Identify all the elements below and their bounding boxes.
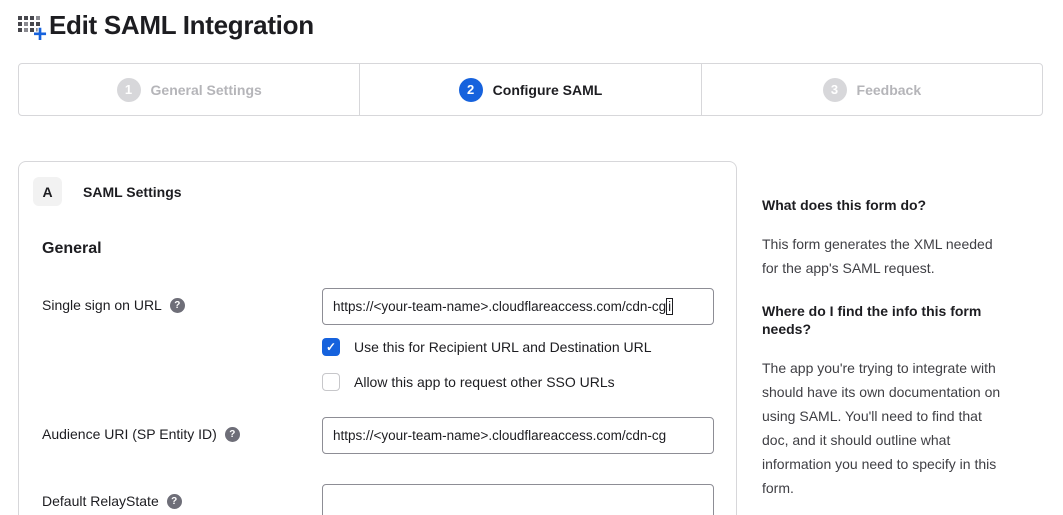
step-1-label: General Settings (151, 82, 262, 98)
help-answer-2: The app you're trying to integrate with … (762, 356, 1012, 500)
audience-uri-help-icon[interactable]: ? (225, 427, 240, 442)
sso-url-help-icon[interactable]: ? (170, 298, 185, 313)
sso-url-input[interactable]: https://<your-team-name>.cloudflareacces… (322, 288, 714, 325)
saml-form: Single sign on URL ? https://<your-team-… (42, 288, 736, 515)
step-1-circle: 1 (117, 78, 141, 102)
plus-icon: + (33, 25, 47, 45)
add-application-icon: + (18, 13, 45, 39)
recipient-url-checkbox[interactable]: ✓ (322, 338, 340, 356)
section-title: SAML Settings (83, 184, 182, 200)
step-feedback[interactable]: 3 Feedback (701, 64, 1042, 115)
help-question-2: Where do I find the info this form needs… (762, 302, 1012, 338)
audience-uri-label: Audience URI (SP Entity ID) (42, 426, 217, 442)
step-configure-saml[interactable]: 2 Configure SAML (359, 64, 700, 115)
wizard-steps: 1 General Settings 2 Configure SAML 3 Fe… (18, 63, 1043, 116)
sso-url-value: https://<your-team-name>.cloudflareacces… (333, 299, 666, 314)
help-answer-1: This form generates the XML needed for t… (762, 232, 1012, 280)
page-header: + Edit SAML Integration (18, 8, 1043, 42)
section-badge-a: A (33, 177, 62, 206)
sso-url-row: Single sign on URL ? https://<your-team-… (42, 288, 736, 391)
saml-settings-card: A SAML Settings General Single sign on U… (18, 161, 737, 515)
step-2-label: Configure SAML (493, 82, 603, 98)
sso-url-label: Single sign on URL (42, 297, 162, 313)
help-question-1: What does this form do? (762, 196, 1012, 214)
step-3-circle: 3 (823, 78, 847, 102)
saml-settings-header: A SAML Settings (19, 177, 736, 206)
other-sso-checkbox-row: Allow this app to request other SSO URLs (322, 373, 736, 391)
help-sidebar: What does this form do? This form genera… (762, 161, 1012, 515)
relay-state-row: Default RelayState ? If no value is set,… (42, 484, 736, 515)
text-cursor: i (666, 298, 673, 315)
step-general-settings[interactable]: 1 General Settings (19, 64, 359, 115)
step-3-label: Feedback (857, 82, 922, 98)
relay-state-input[interactable] (322, 484, 714, 515)
recipient-url-checkbox-row: ✓ Use this for Recipient URL and Destina… (322, 338, 736, 356)
relay-state-help-icon[interactable]: ? (167, 494, 182, 509)
audience-uri-row: Audience URI (SP Entity ID) ? https://<y… (42, 417, 736, 454)
step-2-circle: 2 (459, 78, 483, 102)
other-sso-checkbox-label: Allow this app to request other SSO URLs (354, 374, 615, 390)
audience-uri-input[interactable]: https://<your-team-name>.cloudflareacces… (322, 417, 714, 454)
recipient-url-checkbox-label: Use this for Recipient URL and Destinati… (354, 339, 652, 355)
relay-state-label: Default RelayState (42, 493, 159, 509)
audience-uri-value: https://<your-team-name>.cloudflareacces… (333, 428, 666, 443)
page-title: Edit SAML Integration (49, 10, 314, 41)
general-group-title: General (42, 240, 736, 258)
other-sso-checkbox[interactable] (322, 373, 340, 391)
edit-saml-integration-page: + Edit SAML Integration 1 General Settin… (0, 0, 1063, 515)
